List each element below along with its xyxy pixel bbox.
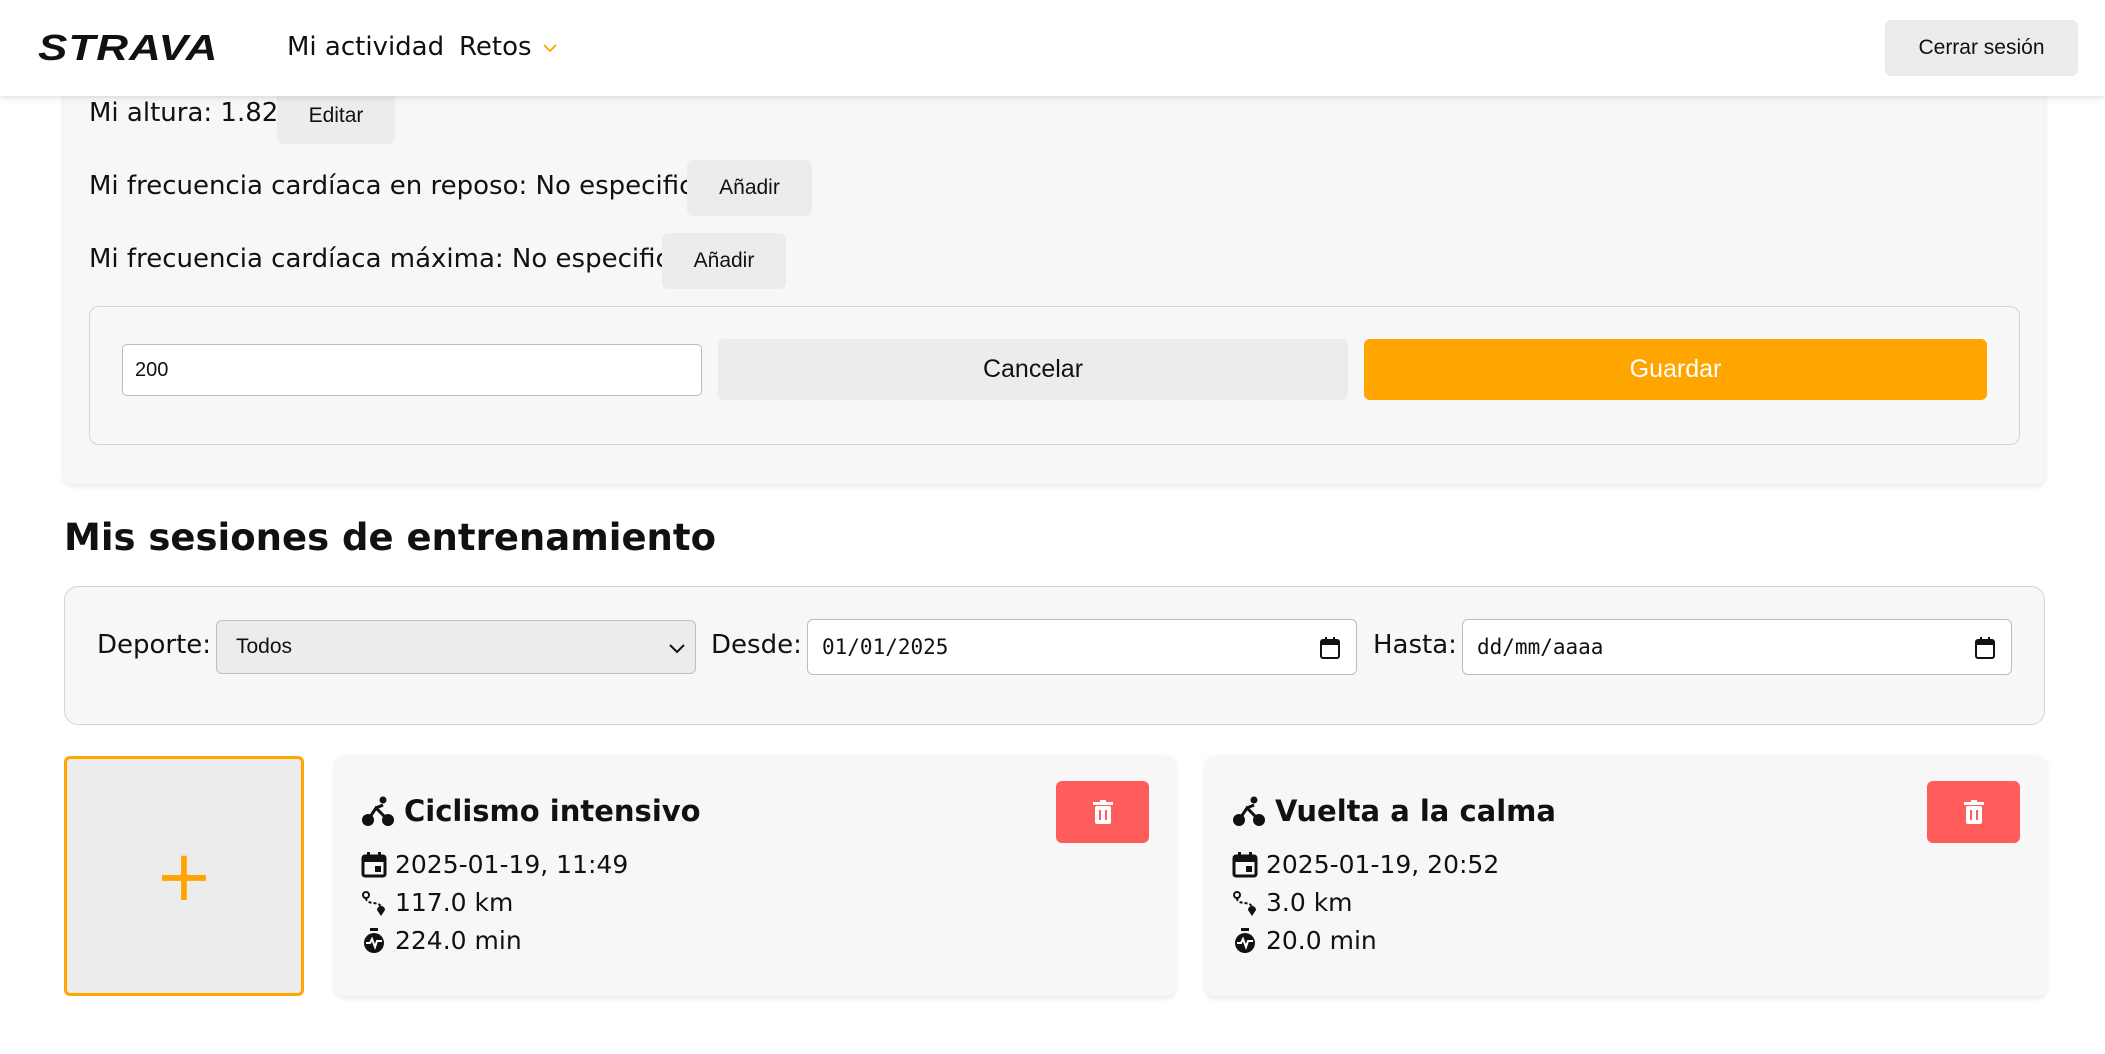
sport-select-value: Todos bbox=[236, 635, 293, 658]
calendar-icon[interactable] bbox=[1320, 637, 1340, 659]
resting-hr-text: Mi frecuencia cardíaca en reposo: No esp… bbox=[89, 171, 742, 201]
height-text: Mi altura: 1.82 bbox=[89, 98, 279, 128]
session-duration: 224.0 min bbox=[395, 926, 522, 955]
session-title: Vuelta a la calma bbox=[1275, 794, 1556, 828]
session-distance: 117.0 km bbox=[395, 888, 514, 917]
value-input[interactable] bbox=[122, 344, 702, 396]
timer-icon bbox=[364, 928, 384, 953]
chevron-down-icon bbox=[669, 644, 685, 654]
delete-session-button[interactable] bbox=[1927, 781, 2020, 843]
delete-session-button[interactable] bbox=[1056, 781, 1149, 843]
session-title: Ciclismo intensivo bbox=[404, 794, 701, 828]
session-card[interactable]: Ciclismo intensivo 2025-01-19, 11:49 117… bbox=[335, 756, 1175, 996]
sport-select[interactable]: Todos bbox=[216, 620, 696, 674]
from-date-value: 01/01/2025 bbox=[822, 635, 949, 659]
route-icon bbox=[1233, 891, 1256, 916]
bike-icon bbox=[1233, 796, 1265, 826]
from-date-input[interactable]: 01/01/2025 bbox=[807, 619, 1357, 675]
add-session-button[interactable]: + bbox=[64, 756, 304, 996]
to-date-placeholder: dd/mm/aaaa bbox=[1477, 635, 1604, 659]
calendar-icon bbox=[361, 852, 387, 878]
session-distance: 3.0 km bbox=[1266, 888, 1353, 917]
nav-challenges[interactable]: Retos bbox=[459, 32, 532, 62]
nav-my-activity[interactable]: Mi actividad bbox=[287, 32, 444, 62]
to-date-input[interactable]: dd/mm/aaaa bbox=[1462, 619, 2012, 675]
trash-icon bbox=[1092, 799, 1113, 824]
calendar-icon bbox=[1232, 852, 1258, 878]
chevron-down-icon[interactable] bbox=[542, 40, 558, 56]
save-button[interactable]: Guardar bbox=[1364, 339, 1987, 400]
session-duration: 20.0 min bbox=[1266, 926, 1377, 955]
session-datetime: 2025-01-19, 11:49 bbox=[395, 850, 629, 879]
from-date-label: Desde: bbox=[711, 630, 802, 660]
session-datetime: 2025-01-19, 20:52 bbox=[1266, 850, 1500, 879]
bike-icon bbox=[362, 796, 394, 826]
to-date-label: Hasta: bbox=[1373, 630, 1457, 660]
session-card[interactable]: Vuelta a la calma 2025-01-19, 20:52 3.0 … bbox=[1206, 756, 2046, 996]
edit-height-button[interactable]: Editar bbox=[277, 88, 395, 144]
timer-icon bbox=[1235, 928, 1255, 953]
sport-filter-label: Deporte: bbox=[97, 630, 212, 660]
max-hr-text: Mi frecuencia cardíaca máxima: No especi… bbox=[89, 244, 719, 274]
add-resting-hr-button[interactable]: Añadir bbox=[687, 160, 812, 216]
calendar-icon[interactable] bbox=[1975, 637, 1995, 659]
sessions-title: Mis sesiones de entrenamiento bbox=[64, 516, 716, 559]
top-navbar: STRAVA Mi actividad Retos Cerrar sesión bbox=[0, 0, 2105, 96]
add-max-hr-button[interactable]: Añadir bbox=[662, 233, 786, 289]
route-icon bbox=[362, 891, 385, 916]
trash-icon bbox=[1963, 799, 1984, 824]
plus-icon: + bbox=[154, 835, 214, 917]
logout-button[interactable]: Cerrar sesión bbox=[1885, 20, 2078, 76]
cancel-button[interactable]: Cancelar bbox=[718, 339, 1348, 400]
strava-logo[interactable]: STRAVA bbox=[38, 28, 218, 69]
